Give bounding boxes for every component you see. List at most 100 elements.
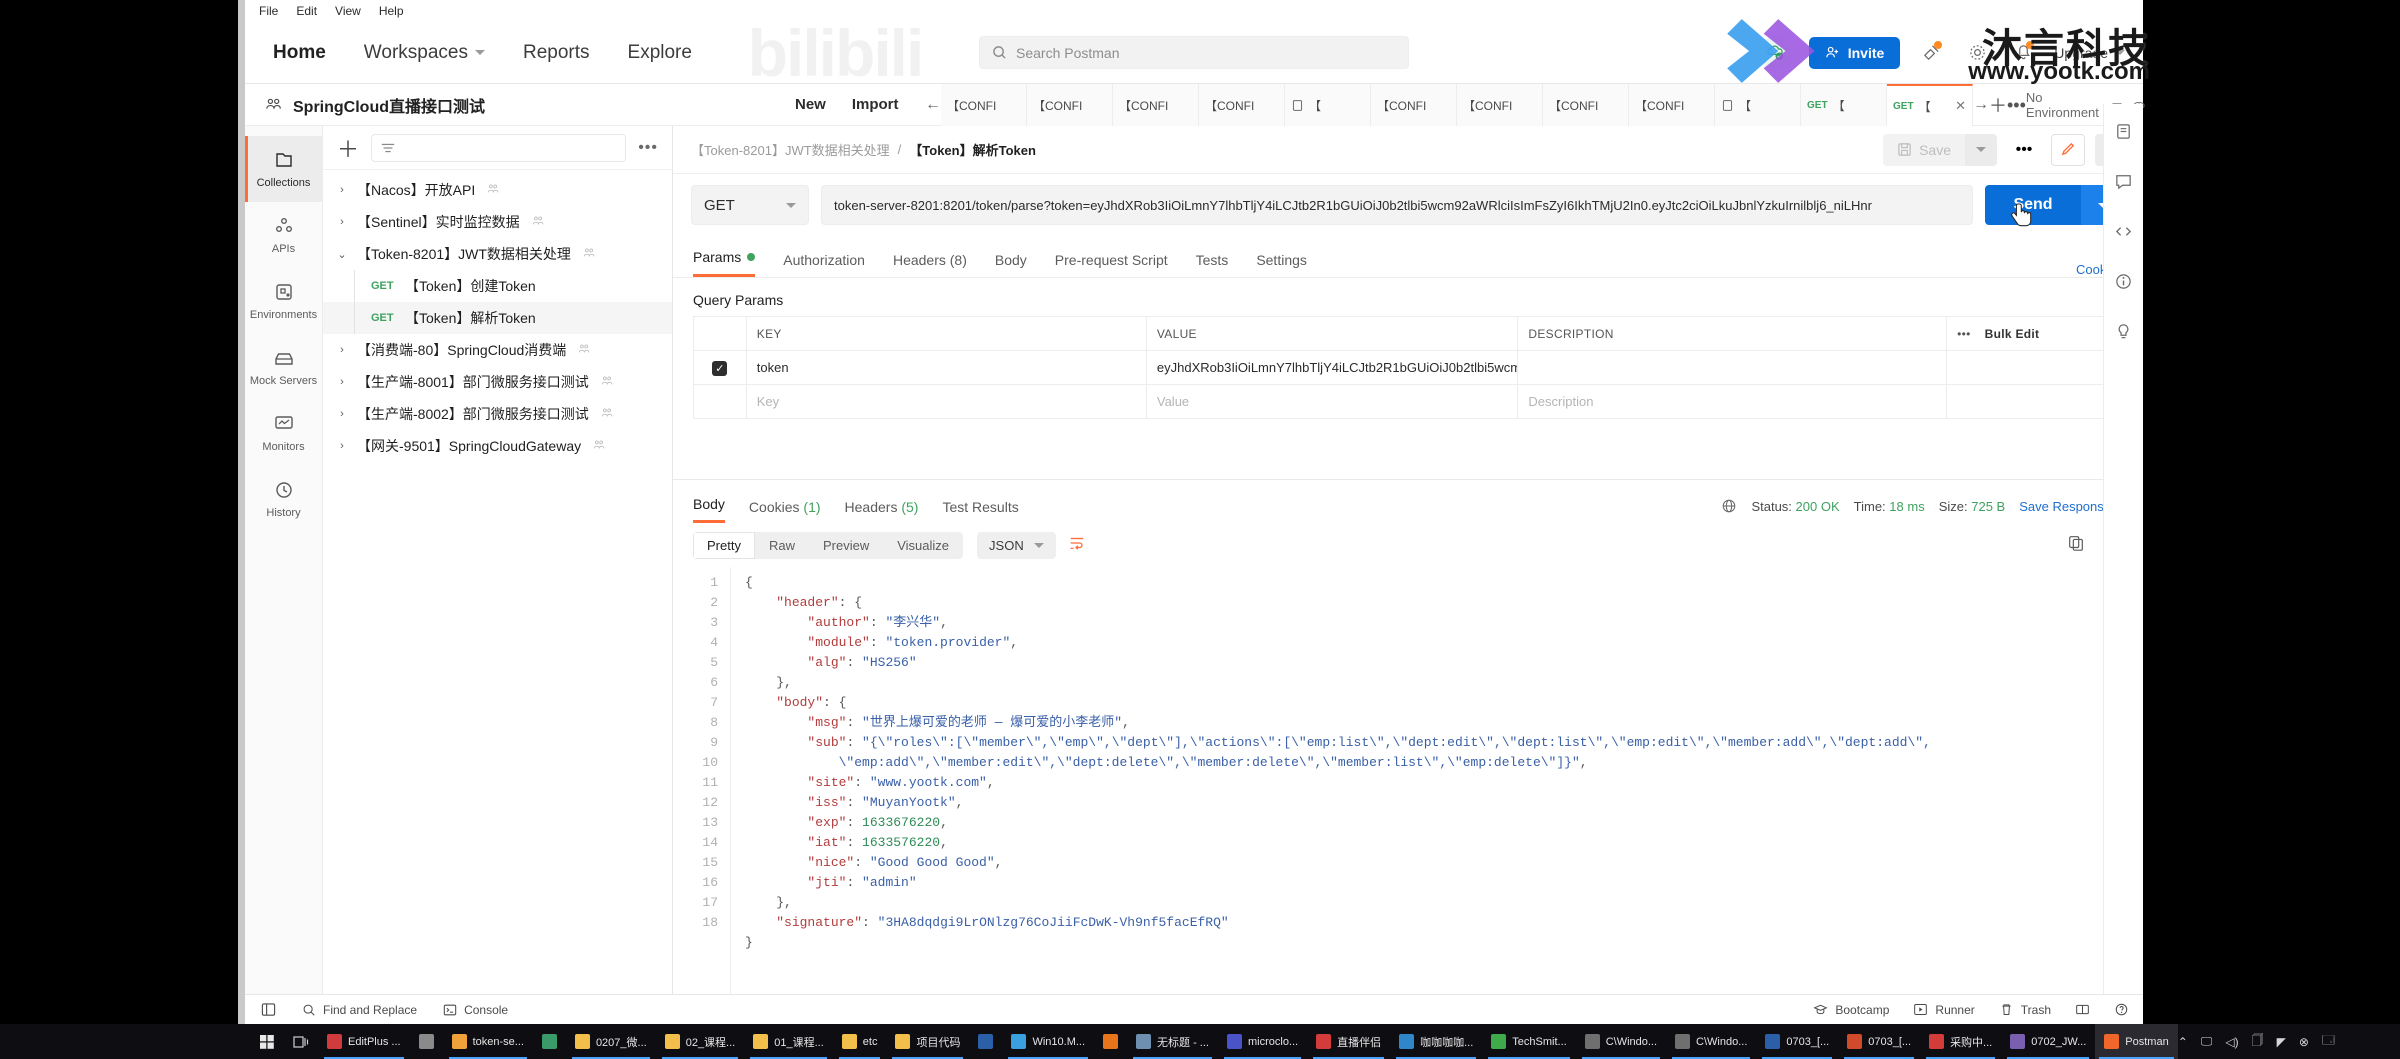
tray-icon-6[interactable]: 🗔 xyxy=(2322,1031,2335,1052)
info-icon[interactable] xyxy=(2114,272,2133,296)
gear-icon[interactable] xyxy=(1962,38,1992,68)
request-tab-authorization[interactable]: Authorization xyxy=(783,252,865,277)
request-tab-7[interactable]: 【CONFI xyxy=(1543,84,1629,126)
task-view-button[interactable] xyxy=(284,1024,318,1059)
request-tab-4[interactable]: 【 xyxy=(1285,84,1371,126)
collection-row-3[interactable]: GET 【Token】创建Token xyxy=(323,270,672,302)
runner-button[interactable]: Runner xyxy=(1913,1002,1975,1017)
taskbar-item-17[interactable]: C\Windo... xyxy=(1576,1024,1666,1059)
request-tab-headers-8[interactable]: Headers (8) xyxy=(893,252,967,277)
table-row[interactable]: ✓ token eyJhdXRob3IiOiLmnY7lhbTljY4iLCJtb2… xyxy=(693,350,2123,385)
nav-item-workspaces[interactable]: Workspaces xyxy=(364,42,485,64)
taskbar-item-0[interactable]: EditPlus ... xyxy=(318,1024,410,1059)
new-tab-button[interactable]: ＋ xyxy=(1989,84,2007,126)
taskbar-item-2[interactable]: token-se... xyxy=(443,1024,533,1059)
taskbar-item-23[interactable]: Postman xyxy=(2095,1024,2178,1059)
invite-button[interactable]: Invite xyxy=(1808,36,1901,69)
wrap-lines-icon[interactable] xyxy=(1068,534,1086,557)
tray-icon-4[interactable]: ◤ xyxy=(2277,1035,2286,1049)
collection-row-2[interactable]: ⌄ 【Token-8201】JWT数据相关处理 xyxy=(323,238,672,270)
chevron-icon[interactable]: › xyxy=(335,216,349,228)
request-tab-params[interactable]: Params xyxy=(693,249,756,277)
cell-key[interactable]: Key xyxy=(745,384,1147,419)
request-tab-5[interactable]: 【CONFI xyxy=(1371,84,1457,126)
menu-item-edit[interactable]: Edit xyxy=(296,4,317,18)
sidebar-toggle-icon[interactable] xyxy=(261,1002,276,1017)
cell-value[interactable]: eyJhdXRob3IiOiLmnY7lhbTljY4iLCJtb2R1bGUi… xyxy=(1145,350,1519,385)
menu-item-help[interactable]: Help xyxy=(379,4,404,18)
tabs-scroll-left-button[interactable]: ← xyxy=(925,84,941,126)
collection-row-0[interactable]: › 【Nacos】开放API xyxy=(323,174,672,206)
nav-item-reports[interactable]: Reports xyxy=(523,42,590,64)
request-tab-settings[interactable]: Settings xyxy=(1256,252,1307,277)
rail-item-environments[interactable]: Environments xyxy=(245,268,322,334)
taskbar-item-1[interactable] xyxy=(410,1024,443,1059)
taskbar-item-5[interactable]: 02_课程... xyxy=(656,1024,745,1059)
taskbar-item-11[interactable] xyxy=(1094,1024,1127,1059)
lightbulb-icon[interactable] xyxy=(2114,322,2133,346)
collection-row-1[interactable]: › 【Sentinel】实时监控数据 xyxy=(323,206,672,238)
save-options-button[interactable] xyxy=(1965,133,1997,166)
params-more-button[interactable]: ••• xyxy=(1957,327,1971,341)
save-button[interactable]: Save xyxy=(1883,133,1965,166)
workspace-title[interactable]: SpringCloud直播接口测试 xyxy=(245,93,485,117)
format-raw-button[interactable]: Raw xyxy=(755,532,809,559)
request-tab-tests[interactable]: Tests xyxy=(1196,252,1229,277)
request-tab-2[interactable]: 【CONFI xyxy=(1113,84,1199,126)
chevron-icon[interactable]: › xyxy=(335,440,349,452)
import-button[interactable]: Import xyxy=(852,96,899,113)
tray-icon-2[interactable]: ◁) xyxy=(2225,1035,2238,1049)
response-tab-body[interactable]: Body xyxy=(693,496,725,523)
cell-value[interactable]: Value xyxy=(1145,384,1519,419)
format-pretty-button[interactable]: Pretty xyxy=(693,531,755,559)
request-tab-10[interactable]: GET 【 xyxy=(1801,84,1887,126)
cell-description[interactable] xyxy=(1517,350,1948,385)
satellite-icon[interactable] xyxy=(1916,38,1946,68)
content-type-selector[interactable]: JSON xyxy=(977,531,1056,559)
menu-item-file[interactable]: File xyxy=(259,4,278,18)
add-collection-button[interactable]: ＋ xyxy=(337,132,359,164)
chevron-icon[interactable]: ⌄ xyxy=(335,248,349,261)
response-body-viewer[interactable]: 1 2 3 4 5 6 7 8 9 10 11 12 13 14 15 16 17 18 { "header": … xyxy=(673,567,2143,994)
collection-row-5[interactable]: › 【消费端-80】SpringCloud消费端 xyxy=(323,334,672,366)
send-button[interactable]: Send xyxy=(1985,185,2081,225)
taskbar-item-3[interactable] xyxy=(533,1024,566,1059)
request-tab-0[interactable]: 【CONFI xyxy=(941,84,1027,126)
response-tab-cookies[interactable]: Cookies (1) xyxy=(749,499,821,523)
cell-description[interactable]: Description xyxy=(1517,384,1948,419)
nav-item-explore[interactable]: Explore xyxy=(628,42,692,64)
tabs-scroll-right-button[interactable]: → xyxy=(1973,84,1989,126)
comments-icon[interactable] xyxy=(2114,172,2133,196)
cloud-check-icon[interactable] xyxy=(1758,35,1793,70)
rail-item-monitors[interactable]: Monitors xyxy=(245,400,322,466)
taskbar-item-13[interactable]: microclo... xyxy=(1218,1024,1307,1059)
chevron-icon[interactable]: › xyxy=(335,344,349,356)
row-checkbox[interactable]: ✓ xyxy=(712,360,728,376)
request-tab-8[interactable]: 【CONFI xyxy=(1629,84,1715,126)
chevron-icon[interactable]: › xyxy=(335,376,349,388)
tabs-more-button[interactable]: ••• xyxy=(2007,84,2026,126)
layout-icon[interactable] xyxy=(2075,1002,2090,1017)
code-icon[interactable] xyxy=(2114,222,2133,246)
taskbar-item-15[interactable]: 咖咖咖咖... xyxy=(1390,1024,1482,1059)
request-tab-11[interactable]: GET 【 ✕ xyxy=(1887,84,1973,126)
nav-item-home[interactable]: Home xyxy=(273,42,326,64)
upgrade-button[interactable]: Upgrade xyxy=(2054,45,2125,61)
taskbar-item-7[interactable]: etc xyxy=(833,1024,887,1059)
collection-row-8[interactable]: › 【网关-9501】SpringCloudGateway xyxy=(323,430,672,462)
rail-item-mock servers[interactable]: Mock Servers xyxy=(245,334,322,400)
request-tab-body[interactable]: Body xyxy=(995,252,1027,277)
tray-icon-3[interactable]: 🗍 xyxy=(2252,1031,2264,1052)
response-tab-test results[interactable]: Test Results xyxy=(942,499,1018,523)
request-tab-9[interactable]: 【 xyxy=(1715,84,1801,126)
request-more-button[interactable]: ••• xyxy=(2007,134,2041,166)
copy-icon[interactable] xyxy=(2067,534,2085,557)
docs-icon[interactable] xyxy=(2114,122,2133,146)
rail-item-history[interactable]: History xyxy=(245,466,322,532)
help-icon[interactable] xyxy=(2114,1002,2129,1017)
new-button[interactable]: New xyxy=(795,96,826,113)
request-tab-1[interactable]: 【CONFI xyxy=(1027,84,1113,126)
chevron-icon[interactable]: › xyxy=(335,408,349,420)
taskbar-item-18[interactable]: C\Windo... xyxy=(1666,1024,1756,1059)
format-preview-button[interactable]: Preview xyxy=(809,532,883,559)
